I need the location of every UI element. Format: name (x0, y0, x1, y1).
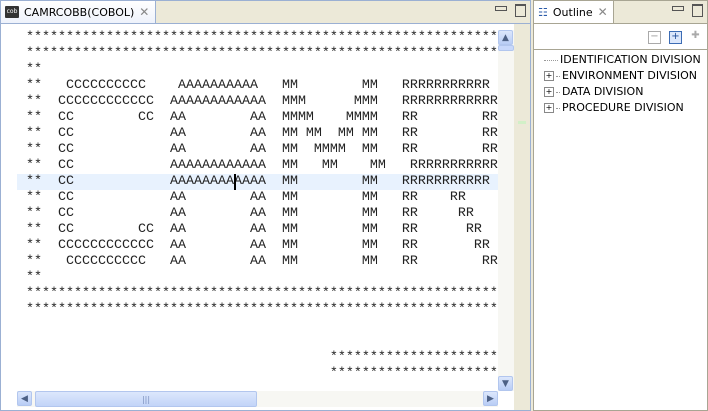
outline-item[interactable]: IDENTIFICATION DIVISION (534, 52, 707, 68)
code-line[interactable]: ** CCCCCCCCCC AAAAAAAAAA MM MM RRRRRRRRR… (17, 78, 498, 94)
code-line[interactable]: ** CC AA AA MM MM RR RR (17, 190, 498, 206)
outline-item[interactable]: + DATA DIVISION (534, 84, 707, 100)
code-line[interactable]: ** CC AA AA MM MM MM MM RR RR (17, 126, 498, 142)
code-line[interactable]: ****************************************… (17, 46, 498, 62)
outline-item[interactable]: + PROCEDURE DIVISION (534, 100, 707, 116)
code-line[interactable]: ** CC AAAAAAAAAAAA MM MM MM RRRRRRRRRRRR (17, 158, 498, 174)
scroll-right-button[interactable]: ▶ (483, 391, 498, 406)
scroll-up-button[interactable]: ▲ (498, 30, 513, 45)
code-line[interactable] (17, 318, 498, 334)
outline-tabbar: ☷ Outline ✕ (534, 1, 707, 24)
outline-tab[interactable]: ☷ Outline ✕ (534, 1, 614, 23)
code-line[interactable]: ********************************** (17, 366, 498, 382)
horizontal-scroll-thumb[interactable]: ||| (35, 391, 257, 407)
code-line[interactable]: ** (17, 62, 498, 78)
code-line[interactable]: ** CC CC AA AA MMMM MMMM RR RR (17, 110, 498, 126)
code-line[interactable]: ****************************************… (17, 302, 498, 318)
scroll-left-button[interactable]: ◀ (17, 391, 32, 406)
outline-toolbar: − + ✚ (648, 31, 701, 44)
outline-item-label: PROCEDURE DIVISION (562, 101, 684, 114)
add-icon[interactable]: ✚ (690, 31, 701, 42)
code-line[interactable]: ** CCCCCCCCCCCC AAAAAAAAAAAA MMM MMM RRR… (17, 94, 498, 110)
outline-tab-title: Outline (552, 5, 593, 19)
editor-tab[interactable]: cob CAMRCOBB(COBOL) ✕ (1, 1, 157, 23)
code-line[interactable]: ****************************************… (17, 286, 498, 302)
vertical-scroll-thumb[interactable] (498, 45, 514, 51)
maximize-button[interactable] (692, 4, 703, 17)
editor-panel: cob CAMRCOBB(COBOL) ✕ ******************… (0, 0, 531, 411)
ruler-mark[interactable] (518, 121, 526, 124)
collapse-all-icon[interactable]: − (648, 31, 661, 44)
close-icon[interactable]: ✕ (598, 5, 608, 19)
minimize-button[interactable] (672, 6, 684, 11)
code-line[interactable]: ** CCCCCCCCCC AA AA MM MM RR RR (17, 254, 498, 270)
code-line[interactable]: ** CC AA AA MM MM RR RR (17, 206, 498, 222)
text-cursor (234, 174, 236, 190)
tree-line (544, 59, 558, 61)
expand-icon[interactable]: + (544, 87, 554, 97)
editor-gutter (2, 24, 17, 391)
horizontal-scrollbar[interactable]: ◀ ||| ▶ (17, 391, 498, 407)
tree-line (556, 91, 560, 93)
close-icon[interactable]: ✕ (139, 5, 149, 19)
code-line[interactable]: ****************************************… (17, 30, 498, 46)
outline-item-label: ENVIRONMENT DIVISION (562, 69, 697, 82)
maximize-button[interactable] (515, 4, 526, 17)
outline-tree: IDENTIFICATION DIVISION + ENVIRONMENT DIVI… (534, 49, 707, 410)
code-line[interactable]: ** (17, 270, 498, 286)
outline-panel: ☷ Outline ✕ − + ✚ IDENTIFICATION DIVISIO… (533, 0, 708, 411)
outline-item-label: DATA DIVISION (562, 85, 644, 98)
expand-all-icon[interactable]: + (669, 31, 682, 44)
code-line[interactable]: ** CC CC AA AA MM MM RR RR (17, 222, 498, 238)
editor-tab-title: CAMRCOBB(COBOL) (24, 5, 135, 19)
scroll-down-button[interactable]: ▼ (498, 376, 513, 391)
code-line[interactable]: ********************************** (17, 350, 498, 366)
expand-icon[interactable]: + (544, 71, 554, 81)
expand-icon[interactable]: + (544, 103, 554, 113)
overview-ruler (514, 24, 530, 410)
tree-line (556, 107, 560, 109)
outline-item-label: IDENTIFICATION DIVISION (560, 53, 701, 66)
tree-line (556, 75, 560, 77)
vertical-scrollbar[interactable]: ▲ ▼ (498, 30, 514, 391)
code-line[interactable]: ** CC AAAAAAAAAAAA MM MM RRRRRRRRRRR (17, 174, 498, 190)
code-area[interactable]: ****************************************… (17, 30, 498, 390)
minimize-button[interactable] (495, 6, 507, 11)
editor-tabbar: cob CAMRCOBB(COBOL) ✕ (1, 1, 530, 24)
cob-file-icon: cob (5, 6, 19, 18)
code-line[interactable]: ** CC AA AA MM MMMM MM RR RR (17, 142, 498, 158)
outline-icon: ☷ (538, 5, 548, 19)
code-line[interactable]: ** CCCCCCCCCCCC AA AA MM MM RR RR (17, 238, 498, 254)
code-line[interactable] (17, 334, 498, 350)
outline-item[interactable]: + ENVIRONMENT DIVISION (534, 68, 707, 84)
